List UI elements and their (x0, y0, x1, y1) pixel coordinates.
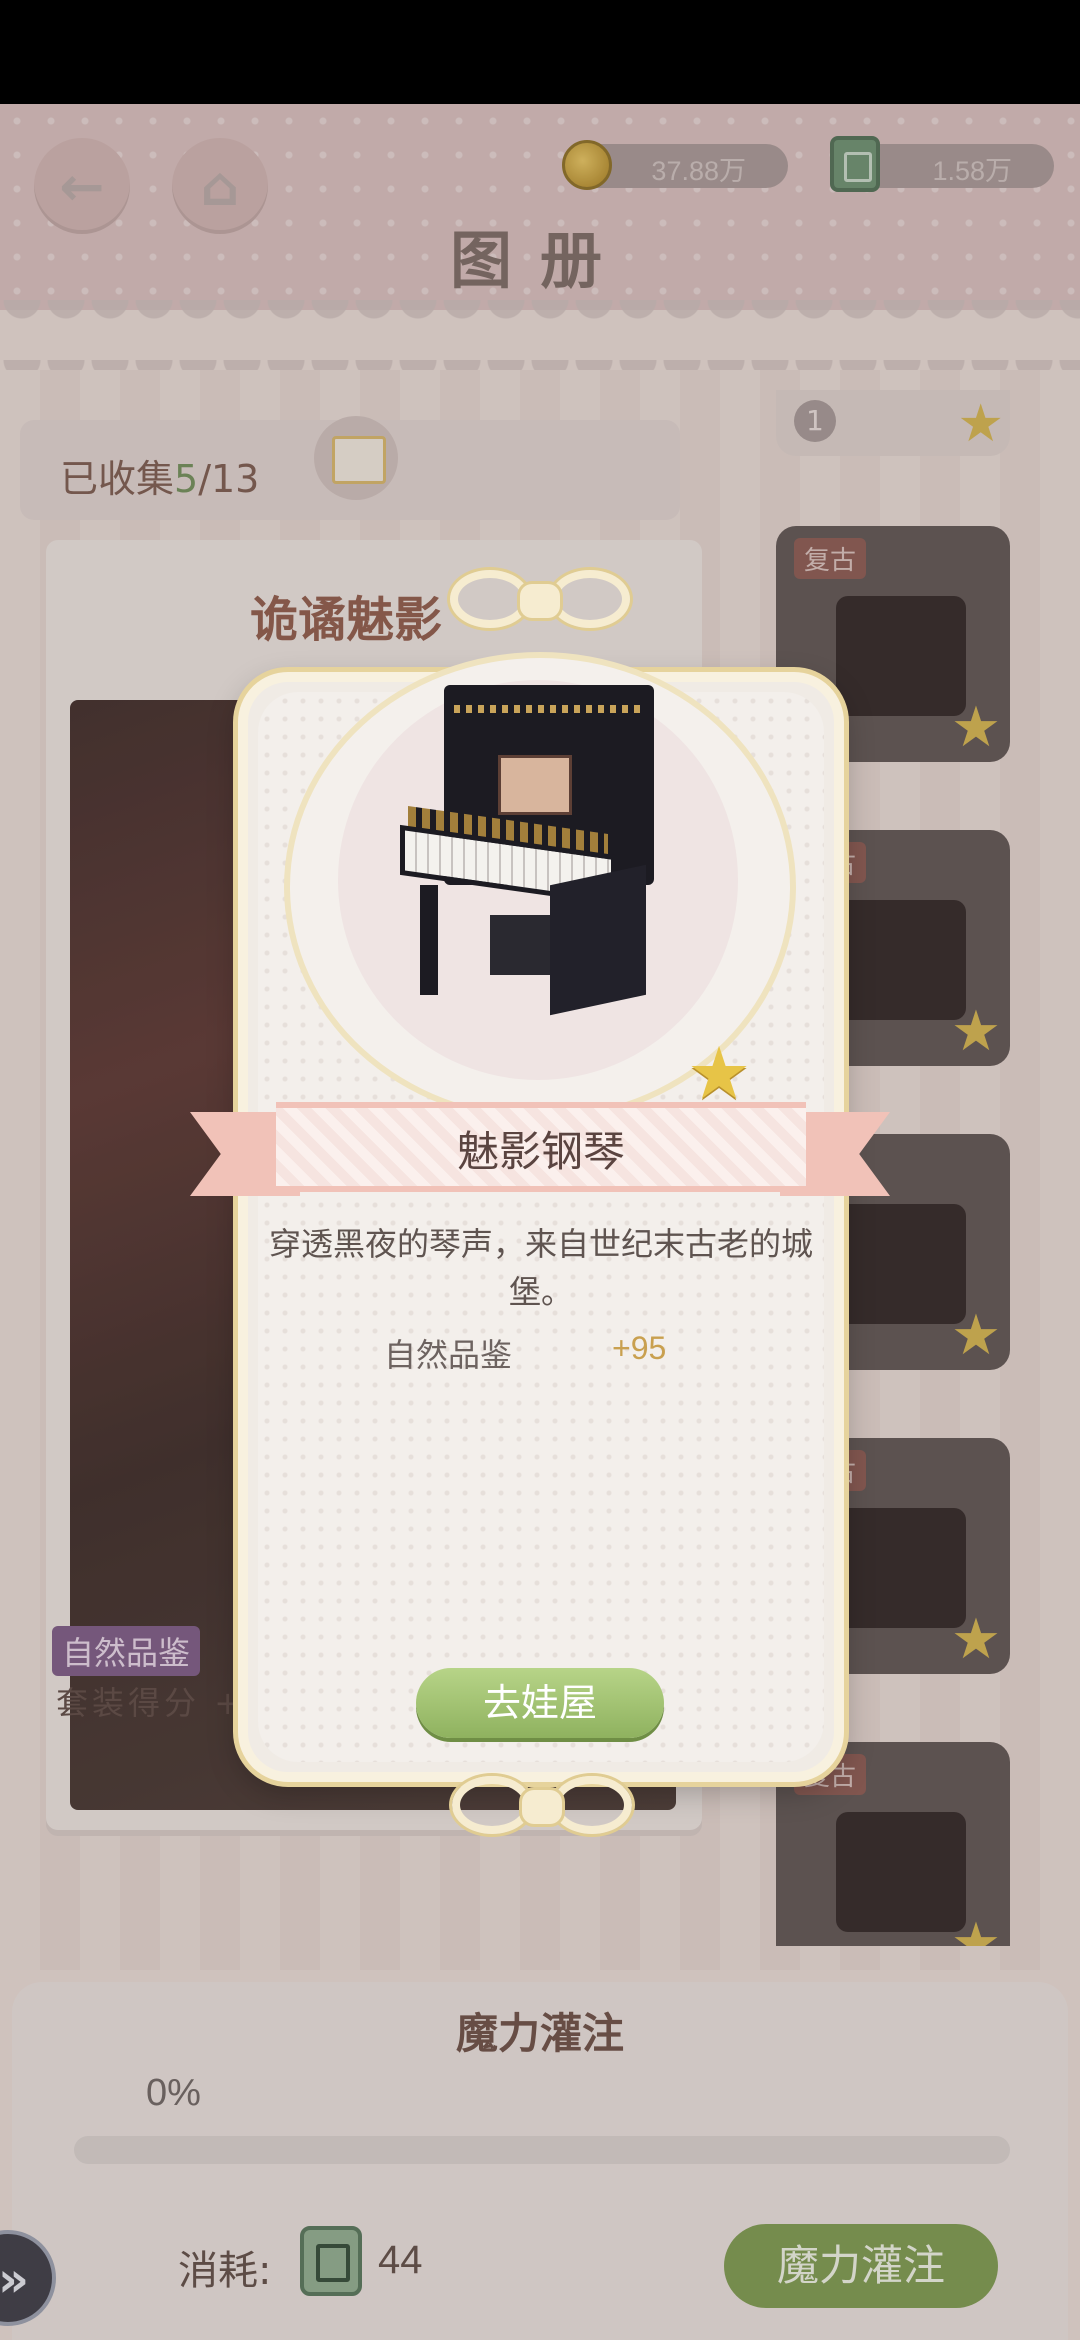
bow-decoration (452, 1772, 632, 1842)
stat-value: +95 (612, 1330, 667, 1366)
bow-decoration (450, 566, 630, 636)
go-to-dollhouse-button[interactable]: 去娃屋 (416, 1668, 664, 1738)
status-bar (0, 0, 1080, 104)
piano-image (400, 675, 670, 1025)
stat-label: 自然品鉴 (384, 1336, 513, 1374)
star-icon: ★ (686, 1031, 752, 1115)
item-name: 魅影钢琴 (456, 1127, 625, 1176)
item-description: 穿透黑夜的琴声，来自世纪末古老的城堡。 (268, 1225, 813, 1311)
